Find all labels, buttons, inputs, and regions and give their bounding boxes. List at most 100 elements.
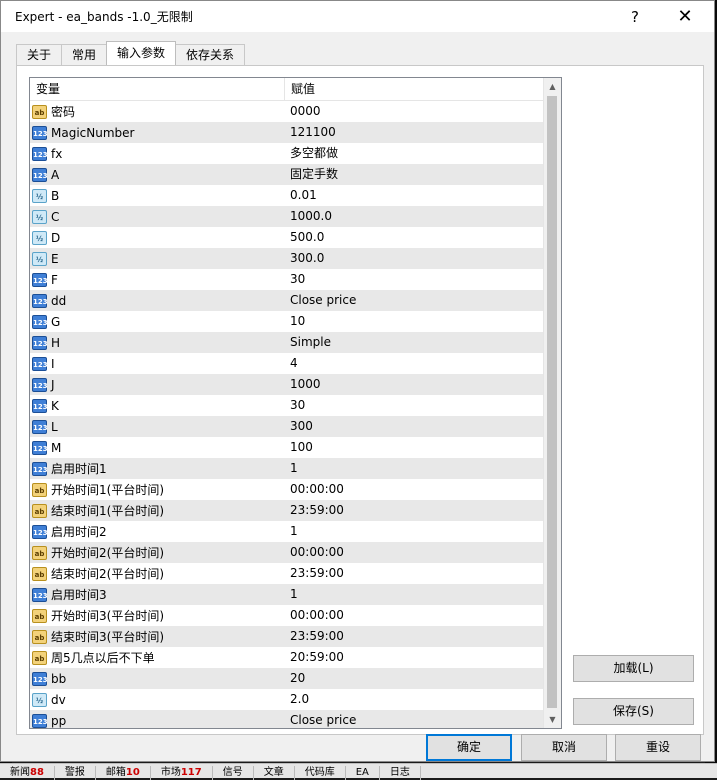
table-row[interactable]: 123 I 4: [30, 353, 545, 374]
table-row[interactable]: ab 结束时间3(平台时间) 23:59:00: [30, 626, 545, 647]
scroll-up-arrow-icon[interactable]: ▲: [544, 78, 561, 95]
tab-dependencies[interactable]: 依存关系: [175, 44, 246, 65]
window-title: Expert - ea_bands -1.0_无限制: [15, 10, 193, 24]
value-cell[interactable]: 固定手数: [285, 164, 545, 185]
variable-name: bb: [51, 671, 67, 686]
help-button[interactable]: ?: [612, 1, 658, 32]
load-button[interactable]: 加载(L): [573, 655, 694, 682]
integer-type-icon: 123: [32, 167, 48, 182]
value-cell[interactable]: 1: [285, 584, 545, 605]
cancel-button[interactable]: 取消: [521, 734, 607, 761]
value-cell[interactable]: 1: [285, 521, 545, 542]
table-row[interactable]: 123 pp Close price: [30, 710, 545, 728]
table-row[interactable]: ½ C 1000.0: [30, 206, 545, 227]
save-button[interactable]: 保存(S): [573, 698, 694, 725]
variable-cell: 123 I: [30, 353, 285, 374]
table-row[interactable]: 123 H Simple: [30, 332, 545, 353]
table-row[interactable]: ab 周5几点以后不下单 20:59:00: [30, 647, 545, 668]
string-type-icon: ab: [32, 104, 47, 119]
vertical-scrollbar[interactable]: ▲ ▼: [543, 78, 561, 728]
parameters-table: 变量 赋值 ab 密码 0000 123 MagicNumber 121100 123 fx 多…: [29, 77, 562, 729]
scroll-down-arrow-icon[interactable]: ▼: [544, 711, 561, 728]
table-row[interactable]: ½ E 300.0: [30, 248, 545, 269]
table-row[interactable]: 123 G 10: [30, 311, 545, 332]
value-cell[interactable]: 100: [285, 437, 545, 458]
tab-common[interactable]: 常用: [61, 44, 108, 65]
variable-cell: ab 密码: [30, 101, 285, 122]
value-cell[interactable]: 20: [285, 668, 545, 689]
value-cell[interactable]: 10: [285, 311, 545, 332]
value-cell[interactable]: 多空都做: [285, 143, 545, 164]
value-cell[interactable]: 0000: [285, 101, 545, 122]
table-row[interactable]: 123 A 固定手数: [30, 164, 545, 185]
variable-cell: 123 启用时间3: [30, 584, 285, 605]
value-cell[interactable]: 30: [285, 269, 545, 290]
column-header-value[interactable]: 赋值: [285, 78, 545, 100]
table-row[interactable]: 123 F 30: [30, 269, 545, 290]
integer-type-icon: 123: [32, 125, 48, 140]
variable-cell: 123 bb: [30, 668, 285, 689]
value-cell[interactable]: 4: [285, 353, 545, 374]
table-row[interactable]: ab 结束时间1(平台时间) 23:59:00: [30, 500, 545, 521]
variable-cell: ½ dv: [30, 689, 285, 710]
table-row[interactable]: 123 MagicNumber 121100: [30, 122, 545, 143]
variable-cell: 123 K: [30, 395, 285, 416]
table-row[interactable]: ab 密码 0000: [30, 101, 545, 122]
table-row[interactable]: 123 J 1000: [30, 374, 545, 395]
variable-cell: 123 dd: [30, 290, 285, 311]
integer-type-icon: 123: [32, 587, 48, 602]
table-row[interactable]: ½ B 0.01: [30, 185, 545, 206]
table-row[interactable]: 123 bb 20: [30, 668, 545, 689]
table-row[interactable]: 123 启用时间3 1: [30, 584, 545, 605]
variable-name: M: [51, 440, 62, 455]
close-button[interactable]: ✕: [662, 1, 708, 32]
value-cell[interactable]: 30: [285, 395, 545, 416]
variable-cell: 123 pp: [30, 710, 285, 728]
value-cell[interactable]: 20:59:00: [285, 647, 545, 668]
table-row[interactable]: 123 dd Close price: [30, 290, 545, 311]
table-row[interactable]: 123 M 100: [30, 437, 545, 458]
table-row[interactable]: 123 L 300: [30, 416, 545, 437]
string-type-icon: ab: [32, 629, 47, 644]
column-header-variable[interactable]: 变量: [30, 78, 285, 100]
variable-cell: ab 结束时间1(平台时间): [30, 500, 285, 521]
value-cell[interactable]: 1000.0: [285, 206, 545, 227]
value-cell[interactable]: 0.01: [285, 185, 545, 206]
table-row[interactable]: 123 启用时间2 1: [30, 521, 545, 542]
value-cell[interactable]: 2.0: [285, 689, 545, 710]
value-cell[interactable]: 1000: [285, 374, 545, 395]
table-row[interactable]: ½ dv 2.0: [30, 689, 545, 710]
reset-button[interactable]: 重设: [615, 734, 701, 761]
integer-type-icon: 123: [32, 461, 48, 476]
value-cell[interactable]: Close price: [285, 710, 545, 728]
string-type-icon: ab: [32, 503, 47, 518]
value-cell[interactable]: 23:59:00: [285, 500, 545, 521]
value-cell[interactable]: 500.0: [285, 227, 545, 248]
table-row[interactable]: ab 开始时间1(平台时间) 00:00:00: [30, 479, 545, 500]
scrollbar-thumb[interactable]: [547, 96, 557, 708]
value-cell[interactable]: 00:00:00: [285, 542, 545, 563]
value-cell[interactable]: 121100: [285, 122, 545, 143]
value-cell[interactable]: 300.0: [285, 248, 545, 269]
value-cell[interactable]: Close price: [285, 290, 545, 311]
value-cell[interactable]: 00:00:00: [285, 605, 545, 626]
table-row[interactable]: ab 开始时间3(平台时间) 00:00:00: [30, 605, 545, 626]
integer-type-icon: 123: [32, 671, 48, 686]
table-row[interactable]: ½ D 500.0: [30, 227, 545, 248]
tab-about[interactable]: 关于: [16, 44, 63, 65]
value-cell[interactable]: Simple: [285, 332, 545, 353]
table-row[interactable]: 123 fx 多空都做: [30, 143, 545, 164]
table-row[interactable]: ab 结束时间2(平台时间) 23:59:00: [30, 563, 545, 584]
value-cell[interactable]: 00:00:00: [285, 479, 545, 500]
ok-button[interactable]: 确定: [426, 734, 512, 761]
variable-name: 结束时间3(平台时间): [51, 630, 164, 644]
table-row[interactable]: ab 开始时间2(平台时间) 00:00:00: [30, 542, 545, 563]
value-cell[interactable]: 23:59:00: [285, 563, 545, 584]
variable-name: J: [51, 377, 55, 392]
table-row[interactable]: 123 启用时间1 1: [30, 458, 545, 479]
tab-inputs[interactable]: 输入参数: [106, 41, 177, 65]
value-cell[interactable]: 23:59:00: [285, 626, 545, 647]
table-row[interactable]: 123 K 30: [30, 395, 545, 416]
value-cell[interactable]: 1: [285, 458, 545, 479]
value-cell[interactable]: 300: [285, 416, 545, 437]
